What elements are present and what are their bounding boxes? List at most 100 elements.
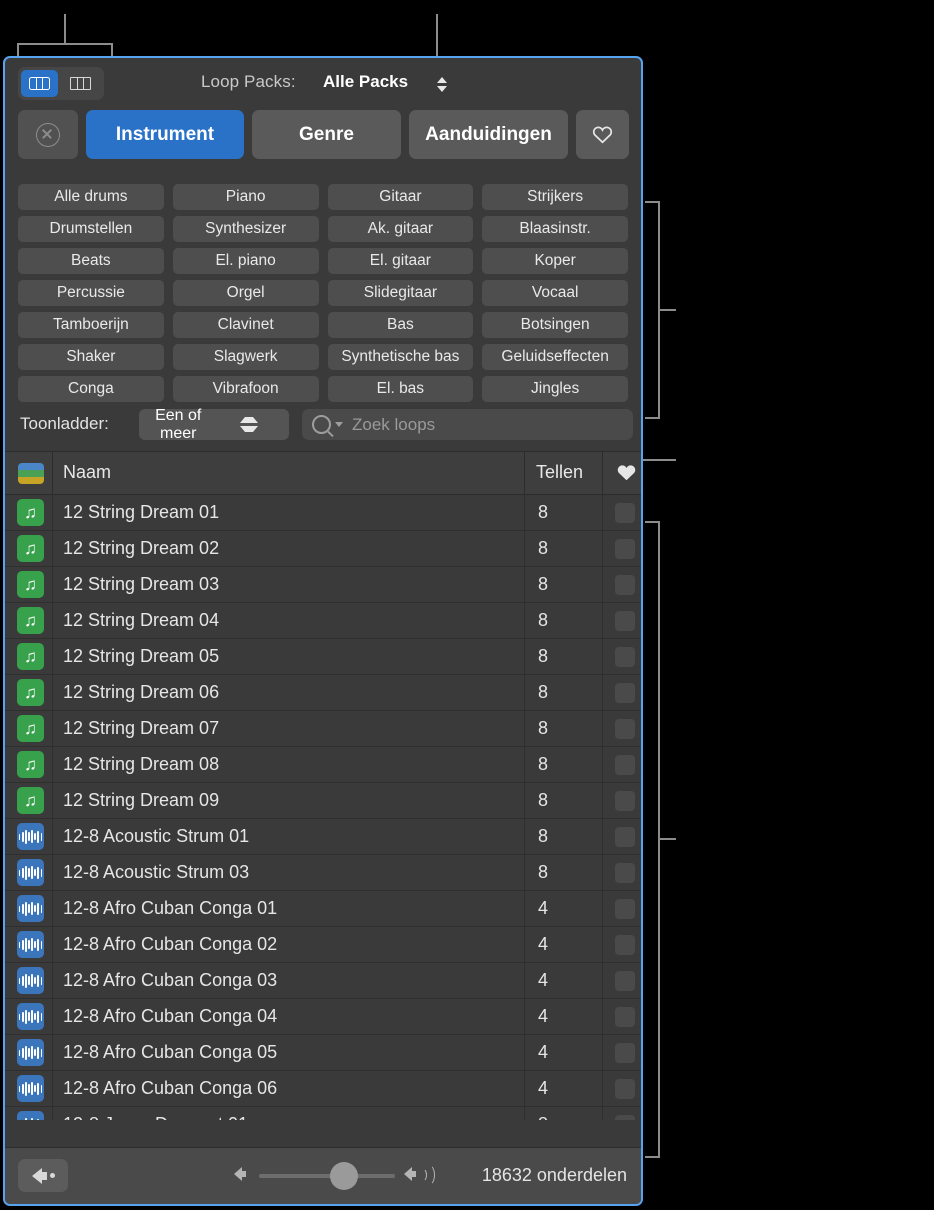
table-row[interactable]: 12-8 Acoustic Strum 01 8 <box>5 819 641 855</box>
table-row[interactable]: 12-8 Afro Cuban Conga 02 4 <box>5 927 641 963</box>
column-divider <box>602 567 603 602</box>
audio-waveform-icon <box>17 931 44 958</box>
callout-top-bracket-stem <box>64 14 66 44</box>
scale-dropdown[interactable]: Een of meer <box>139 407 289 442</box>
category-bas[interactable]: Bas <box>327 312 474 338</box>
favorite-checkbox[interactable] <box>615 1042 635 1063</box>
tab-instrument[interactable]: Instrument <box>86 110 244 159</box>
category-koper[interactable]: Koper <box>482 248 628 274</box>
loop-packs-value[interactable]: Alle Packs <box>323 72 408 92</box>
favorite-checkbox[interactable] <box>615 898 635 919</box>
favorite-checkbox[interactable] <box>615 862 635 883</box>
category-blaasinstr[interactable]: Blaasinstr. <box>482 216 628 242</box>
favorite-checkbox[interactable] <box>615 574 635 595</box>
preview-speaker-button[interactable] <box>18 1159 68 1192</box>
favorite-checkbox[interactable] <box>615 646 635 667</box>
favorite-checkbox[interactable] <box>615 1006 635 1027</box>
category-el-gitaar[interactable]: El. gitaar <box>327 248 474 274</box>
favorite-checkbox[interactable] <box>615 682 635 703</box>
category-tamboerijn[interactable]: Tamboerijn <box>18 312 164 338</box>
category-slidegitaar[interactable]: Slidegitaar <box>327 280 474 306</box>
favorite-checkbox[interactable] <box>615 754 635 775</box>
heart-filled-icon[interactable] <box>616 463 637 487</box>
category-synthesizer[interactable]: Synthesizer <box>172 216 319 242</box>
column-divider <box>602 891 603 926</box>
category-vocaal[interactable]: Vocaal <box>482 280 628 306</box>
favorite-checkbox[interactable] <box>615 826 635 847</box>
category-beats[interactable]: Beats <box>18 248 164 274</box>
volume-slider[interactable] <box>259 1174 395 1178</box>
category-el-piano[interactable]: El. piano <box>172 248 319 274</box>
favorite-checkbox[interactable] <box>615 970 635 991</box>
category-drumstellen[interactable]: Drumstellen <box>18 216 164 242</box>
category-botsingen[interactable]: Botsingen <box>482 312 628 338</box>
table-row[interactable]: ♫ 12 String Dream 07 8 <box>5 711 641 747</box>
category-el-bas[interactable]: El. bas <box>327 376 474 402</box>
tab-genre[interactable]: Genre <box>252 110 401 159</box>
favorite-checkbox[interactable] <box>615 502 635 523</box>
tab-aanduidingen[interactable]: Aanduidingen <box>409 110 568 159</box>
color-bands-icon[interactable] <box>18 463 44 484</box>
category-percussie[interactable]: Percussie <box>18 280 164 306</box>
table-row[interactable]: 12-8 Afro Cuban Conga 05 4 <box>5 1035 641 1071</box>
column-divider <box>602 1107 603 1120</box>
view-toggle-group[interactable] <box>18 67 104 100</box>
loop-name: 12 String Dream 05 <box>63 646 220 666</box>
clear-filters-button[interactable] <box>18 110 78 159</box>
category-row: Alle drums Piano Gitaar Strijkers <box>5 184 641 210</box>
category-piano[interactable]: Piano <box>172 184 319 210</box>
favorite-checkbox[interactable] <box>615 1078 635 1099</box>
category-strijkers[interactable]: Strijkers <box>482 184 628 210</box>
favorite-checkbox[interactable] <box>615 610 635 631</box>
category-geluidseffecten[interactable]: Geluidseffecten <box>482 344 628 370</box>
favorite-checkbox[interactable] <box>615 538 635 559</box>
table-row[interactable]: 12-8 Acoustic Strum 03 8 <box>5 855 641 891</box>
category-clavinet[interactable]: Clavinet <box>172 312 319 338</box>
table-row[interactable]: ♫ 12 String Dream 03 8 <box>5 567 641 603</box>
loop-beat-count: 4 <box>538 898 549 918</box>
volume-slider-knob[interactable] <box>330 1162 358 1190</box>
table-row[interactable]: 12-8 Afro Cuban Conga 04 4 <box>5 999 641 1035</box>
category-conga[interactable]: Conga <box>18 376 164 402</box>
column-view-button[interactable] <box>62 70 99 97</box>
table-row[interactable]: ♫ 12 String Dream 08 8 <box>5 747 641 783</box>
category-vibrafoon[interactable]: Vibrafoon <box>172 376 319 402</box>
search-input[interactable]: Zoek loops <box>302 409 633 440</box>
grid-view-button[interactable] <box>21 70 58 97</box>
column-header-name[interactable]: Naam <box>63 462 111 483</box>
category-gitaar[interactable]: Gitaar <box>327 184 474 210</box>
favorite-checkbox[interactable] <box>615 790 635 811</box>
column-divider <box>52 963 53 998</box>
table-row[interactable]: ♫ 12 String Dream 09 8 <box>5 783 641 819</box>
favorite-checkbox[interactable] <box>615 1114 635 1120</box>
midi-note-icon: ♫ <box>17 571 44 598</box>
table-row[interactable]: ♫ 12 String Dream 05 8 <box>5 639 641 675</box>
category-synthetische-bas[interactable]: Synthetische bas <box>327 344 474 370</box>
table-row[interactable]: ♫ 12 String Dream 04 8 <box>5 603 641 639</box>
window-toolbar: Loop Packs: Alle Packs <box>5 58 641 110</box>
favorites-filter-button[interactable] <box>576 110 629 159</box>
loop-beat-count: 8 <box>538 1114 548 1120</box>
category-jingles[interactable]: Jingles <box>482 376 628 402</box>
callout-list-bracket-bottom <box>645 1156 660 1158</box>
category-shaker[interactable]: Shaker <box>18 344 164 370</box>
column-header-count[interactable]: Tellen <box>536 462 583 483</box>
category-slagwerk[interactable]: Slagwerk <box>172 344 319 370</box>
loop-packs-stepper-icon[interactable] <box>434 71 450 97</box>
column-divider <box>524 999 525 1034</box>
table-row[interactable]: 12-8 Afro Cuban Conga 03 4 <box>5 963 641 999</box>
table-row[interactable]: 12-8 Afro Cuban Conga 06 4 <box>5 1071 641 1107</box>
table-row[interactable]: 12-8 Afro Cuban Conga 01 4 <box>5 891 641 927</box>
table-row[interactable]: ♫ 12 String Dream 01 8 <box>5 495 641 531</box>
table-row[interactable]: ♫ 12 String Dream 02 8 <box>5 531 641 567</box>
column-divider <box>602 783 603 818</box>
midi-note-icon: ♫ <box>17 535 44 562</box>
table-row[interactable]: ♫ 12 String Dream 06 8 <box>5 675 641 711</box>
favorite-checkbox[interactable] <box>615 718 635 739</box>
table-row[interactable]: 12-8 Jazzy Drumset 01 8 <box>5 1107 641 1120</box>
loop-list[interactable]: ♫ 12 String Dream 01 8 ♫ 12 String Dream 02 8… <box>5 495 641 1120</box>
category-ak-gitaar[interactable]: Ak. gitaar <box>327 216 474 242</box>
category-orgel[interactable]: Orgel <box>172 280 319 306</box>
category-alle-drums[interactable]: Alle drums <box>18 184 164 210</box>
favorite-checkbox[interactable] <box>615 934 635 955</box>
